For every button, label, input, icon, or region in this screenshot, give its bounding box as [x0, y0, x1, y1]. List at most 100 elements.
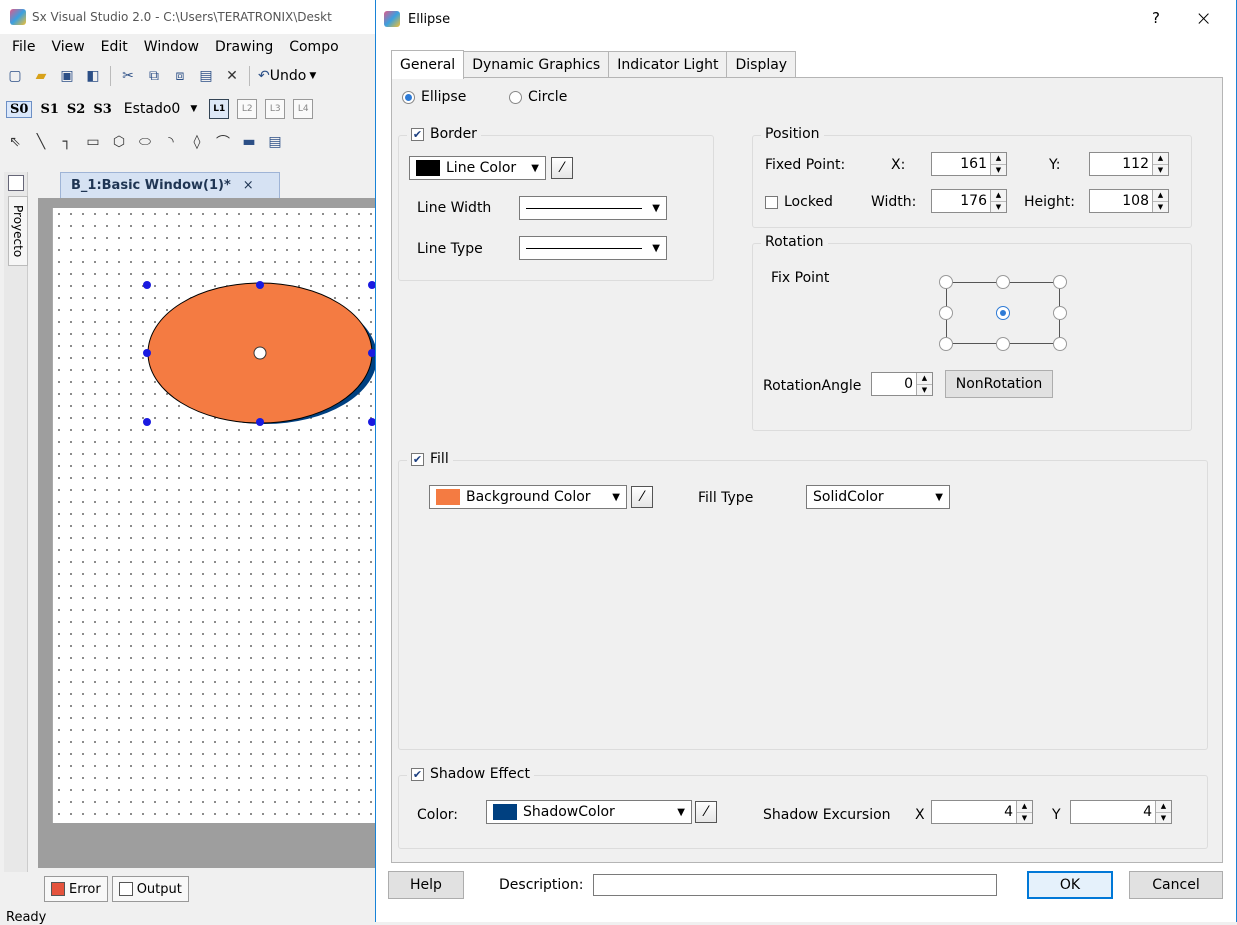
close-icon[interactable]: ×: [243, 178, 254, 193]
fix-point-middle-left[interactable]: [939, 306, 953, 320]
rotation-angle-input[interactable]: 0 ▲ ▼: [871, 372, 933, 396]
menu-view[interactable]: View: [43, 39, 92, 55]
menu-components[interactable]: Compo: [281, 39, 346, 55]
width-input[interactable]: 176 ▲ ▼: [931, 189, 1007, 213]
state-s3-button[interactable]: S3: [93, 102, 111, 117]
error-tab[interactable]: Error: [44, 876, 108, 902]
description-input[interactable]: [593, 874, 997, 896]
close-icon[interactable]: ×: [1195, 6, 1212, 30]
rectangle-tool-icon[interactable]: ▭: [84, 131, 102, 153]
document-tab[interactable]: B_1:Basic Window(1)* ×: [60, 172, 280, 198]
output-tab[interactable]: Output: [111, 876, 189, 902]
shadow-x-input[interactable]: 4 ▲ ▼: [931, 800, 1033, 824]
locked-checkbox[interactable]: Locked: [765, 194, 833, 210]
line-type-select[interactable]: ▼: [519, 236, 667, 260]
center-handle[interactable]: [253, 346, 267, 360]
nonrotation-button[interactable]: NonRotation: [945, 370, 1053, 398]
layer-l1-button[interactable]: L1: [209, 99, 230, 119]
project-panel-icon[interactable]: [7, 175, 24, 191]
tab-general[interactable]: General: [391, 50, 465, 79]
arc-tool-icon[interactable]: ◝: [162, 131, 180, 153]
selection-handle[interactable]: [256, 281, 264, 289]
spin-down-icon[interactable]: ▼: [1153, 201, 1168, 212]
ellipse-radio[interactable]: Ellipse: [402, 89, 466, 105]
spin-up-icon[interactable]: ▲: [1153, 153, 1168, 165]
drawing-canvas[interactable]: [52, 208, 382, 823]
menu-window[interactable]: Window: [136, 39, 207, 55]
open-folder-icon[interactable]: ▰: [32, 65, 50, 87]
tab-display[interactable]: Display: [727, 51, 797, 78]
spin-arrows[interactable]: ▲ ▼: [1152, 190, 1168, 212]
spin-up-icon[interactable]: ▲: [1017, 801, 1032, 813]
new-file-icon[interactable]: ▢: [6, 65, 24, 87]
spin-down-icon[interactable]: ▼: [1017, 812, 1032, 823]
ok-button[interactable]: OK: [1027, 871, 1113, 899]
spin-arrows[interactable]: ▲ ▼: [916, 373, 932, 395]
layer-l3-button[interactable]: L3: [265, 99, 286, 119]
menu-drawing[interactable]: Drawing: [207, 39, 281, 55]
selection-handle[interactable]: [143, 349, 151, 357]
pie-tool-icon[interactable]: ⌒: [214, 131, 232, 153]
spin-up-icon[interactable]: ▲: [917, 373, 932, 385]
fix-point-bottom-center[interactable]: [996, 337, 1010, 351]
state-s0-button[interactable]: S0: [6, 100, 33, 118]
state-s2-button[interactable]: S2: [67, 102, 85, 117]
menu-edit[interactable]: Edit: [93, 39, 136, 55]
fix-point-top-left[interactable]: [939, 275, 953, 289]
help-button[interactable]: Help: [388, 871, 464, 899]
undo-button[interactable]: ↶ Undo ▼: [258, 65, 316, 87]
line-width-select[interactable]: ▼: [519, 196, 667, 220]
polygon-tool-icon[interactable]: ⬡: [110, 131, 128, 153]
spin-down-icon[interactable]: ▼: [991, 201, 1006, 212]
state-s1-button[interactable]: S1: [40, 102, 58, 117]
fill-checkbox[interactable]: ✔ Fill: [411, 451, 449, 467]
selection-handle[interactable]: [256, 418, 264, 426]
ellipse-tool-icon[interactable]: ⬭: [136, 131, 154, 153]
tab-dynamic-graphics[interactable]: Dynamic Graphics: [464, 51, 610, 78]
shadow-y-input[interactable]: 4 ▲ ▼: [1070, 800, 1172, 824]
selection-handle[interactable]: [143, 418, 151, 426]
project-panel-tab[interactable]: Proyecto: [8, 196, 28, 266]
line-color-select[interactable]: Line Color ▼: [409, 156, 546, 180]
eyedropper-icon[interactable]: ⁄: [695, 801, 717, 823]
fix-point-middle-right[interactable]: [1053, 306, 1067, 320]
textbox-tool-icon[interactable]: ▤: [266, 131, 284, 153]
state-select[interactable]: Estado0 ▼: [120, 101, 202, 117]
shadow-color-select[interactable]: ShadowColor ▼: [486, 800, 692, 824]
cancel-button[interactable]: Cancel: [1129, 871, 1223, 899]
spin-arrows[interactable]: ▲ ▼: [1155, 801, 1171, 823]
selection-handle[interactable]: [143, 281, 151, 289]
background-color-select[interactable]: Background Color ▼: [429, 485, 627, 509]
x-position-input[interactable]: 161 ▲ ▼: [931, 152, 1007, 176]
eyedropper-icon[interactable]: ⁄: [631, 486, 653, 508]
save-all-icon[interactable]: ◧: [84, 65, 102, 87]
chord-tool-icon[interactable]: ◊: [188, 131, 206, 153]
border-checkbox[interactable]: ✔ Border: [411, 126, 477, 142]
polyline-tool-icon[interactable]: ┐: [58, 131, 76, 153]
spin-arrows[interactable]: ▲ ▼: [1016, 801, 1032, 823]
fix-point-top-right[interactable]: [1053, 275, 1067, 289]
copy-icon[interactable]: ⧉: [145, 65, 163, 87]
fix-point-bottom-left[interactable]: [939, 337, 953, 351]
line-tool-icon[interactable]: ╲: [32, 131, 50, 153]
pointer-tool-icon[interactable]: ⇖: [6, 131, 24, 153]
circle-radio[interactable]: Circle: [509, 89, 567, 105]
spin-down-icon[interactable]: ▼: [1153, 164, 1168, 175]
image-tool-icon[interactable]: ▬: [240, 131, 258, 153]
spin-arrows[interactable]: ▲ ▼: [1152, 153, 1168, 175]
shadow-effect-checkbox[interactable]: ✔ Shadow Effect: [411, 766, 530, 782]
spin-up-icon[interactable]: ▲: [1156, 801, 1171, 813]
delete-icon[interactable]: ✕: [223, 65, 241, 87]
fix-point-center[interactable]: [996, 306, 1010, 320]
help-icon[interactable]: ?: [1152, 9, 1160, 27]
copy-format-icon[interactable]: ⧈: [171, 65, 189, 87]
fill-type-select[interactable]: SolidColor ▼: [806, 485, 950, 509]
y-position-input[interactable]: 112 ▲ ▼: [1089, 152, 1169, 176]
paste-icon[interactable]: ▤: [197, 65, 215, 87]
spin-up-icon[interactable]: ▲: [1153, 190, 1168, 202]
cut-icon[interactable]: ✂: [119, 65, 137, 87]
save-icon[interactable]: ▣: [58, 65, 76, 87]
fix-point-bottom-right[interactable]: [1053, 337, 1067, 351]
spin-up-icon[interactable]: ▲: [991, 153, 1006, 165]
spin-down-icon[interactable]: ▼: [1156, 812, 1171, 823]
